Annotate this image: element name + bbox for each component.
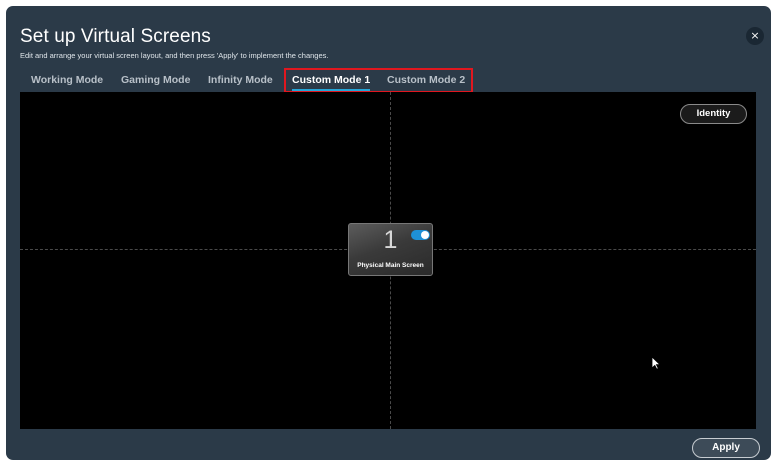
active-tab-indicator [292, 89, 371, 91]
tab-custom-mode-1[interactable]: Custom Mode 1 [292, 72, 371, 91]
identity-button[interactable]: Identity [680, 104, 747, 124]
tab-working-mode[interactable]: Working Mode [31, 72, 103, 91]
mode-tabs: Working Mode Gaming Mode Infinity Mode C… [6, 72, 771, 92]
dialog-title: Set up Virtual Screens [20, 26, 211, 47]
screen-label: Physical Main Screen [357, 262, 424, 269]
screen-layout-canvas[interactable]: Identity 1 Physical Main Screen [20, 92, 756, 429]
toggle-knob [421, 231, 429, 239]
screen-enable-toggle[interactable] [411, 230, 430, 240]
apply-button[interactable]: Apply [692, 438, 760, 458]
tab-infinity-mode[interactable]: Infinity Mode [208, 72, 273, 91]
close-icon[interactable]: × [746, 27, 764, 45]
tab-label: Custom Mode 2 [387, 74, 466, 86]
physical-main-screen-card[interactable]: 1 Physical Main Screen [348, 223, 433, 276]
virtual-screens-dialog: Set up Virtual Screens Edit and arrange … [6, 6, 771, 460]
tab-label: Infinity Mode [208, 74, 273, 86]
tab-gaming-mode[interactable]: Gaming Mode [121, 72, 190, 91]
dialog-subtitle: Edit and arrange your virtual screen lay… [20, 51, 329, 60]
tab-label: Gaming Mode [121, 74, 191, 86]
tab-custom-mode-2[interactable]: Custom Mode 2 [387, 72, 465, 91]
mouse-pointer-icon [651, 356, 661, 370]
tab-label: Custom Mode 1 [292, 74, 371, 86]
tab-label: Working Mode [31, 74, 104, 86]
